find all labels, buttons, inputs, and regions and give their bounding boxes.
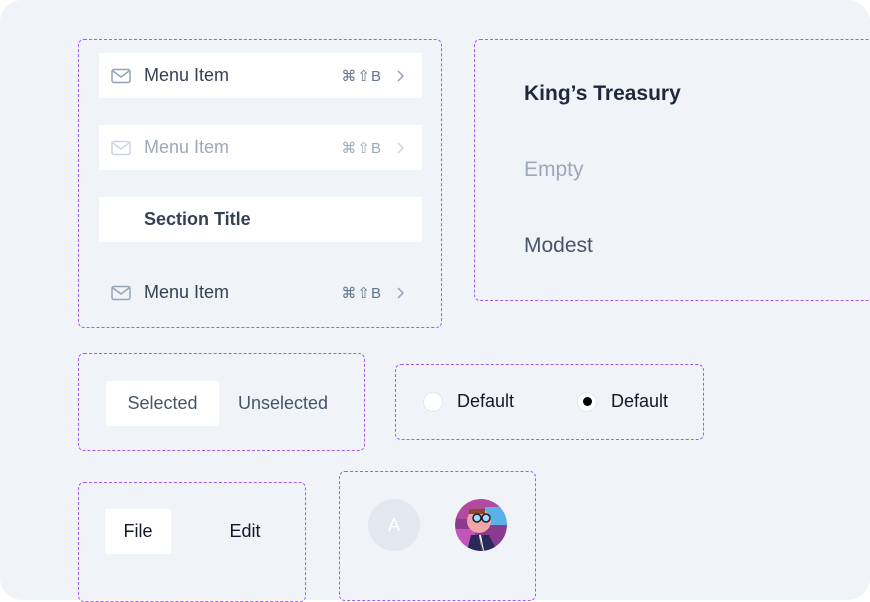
radio-label: Default [457, 391, 515, 411]
chevron-right-icon [397, 286, 405, 299]
chevron-right-icon [397, 141, 405, 154]
mail-icon [111, 285, 131, 300]
chevron-right-icon [397, 69, 405, 82]
modest-text: Modest [524, 234, 593, 257]
menu-item-shortcut: ⌘⇧B [341, 284, 382, 302]
radio-circle[interactable] [577, 391, 597, 412]
menu-item[interactable]: Menu Item ⌘⇧B [99, 270, 422, 315]
avatar-initial: A [387, 514, 400, 535]
segment-unselected[interactable]: Unselected [227, 381, 339, 426]
avatar-fallback[interactable]: A [368, 499, 420, 551]
menu-item-disabled[interactable]: Menu Item ⌘⇧B [99, 125, 422, 170]
component-canvas: Menu Item ⌘⇧B Menu Item ⌘⇧B Section Titl… [0, 0, 870, 602]
radio-dot-icon [582, 397, 592, 406]
radio-label: Default [611, 391, 669, 411]
menu-item-shortcut: ⌘⇧B [341, 67, 382, 85]
text-styles-frame: King’s Treasury Empty Modest [474, 39, 870, 301]
menubar-item-file[interactable]: File [105, 509, 171, 554]
section-title: Section Title [99, 197, 422, 242]
mail-icon [111, 140, 131, 155]
avatar-image[interactable] [455, 499, 507, 551]
segmented-frame: Selected Unselected [78, 353, 365, 451]
radio-frame: Default Default [395, 364, 704, 440]
menu-item-label: Menu Item [144, 282, 230, 302]
menu-frame: Menu Item ⌘⇧B Menu Item ⌘⇧B Section Titl… [78, 39, 442, 328]
menu-item[interactable]: Menu Item ⌘⇧B [99, 53, 422, 98]
avatar-frame: A [339, 471, 536, 601]
radio-option-unchecked[interactable]: Default [423, 391, 514, 412]
radio-option-checked[interactable]: Default [577, 391, 668, 412]
menubar-frame: File Edit [78, 482, 306, 602]
segment-selected[interactable]: Selected [106, 381, 219, 426]
mail-icon [111, 68, 131, 83]
heading-text: King’s Treasury [524, 82, 681, 105]
radio-circle[interactable] [423, 391, 443, 412]
menu-item-label: Menu Item [144, 65, 230, 85]
avatar-illustration-icon [455, 499, 507, 551]
empty-text: Empty [524, 158, 584, 181]
menu-item-label: Menu Item [144, 137, 230, 157]
menu-item-shortcut: ⌘⇧B [341, 139, 382, 157]
menubar-item-edit[interactable]: Edit [212, 509, 278, 554]
